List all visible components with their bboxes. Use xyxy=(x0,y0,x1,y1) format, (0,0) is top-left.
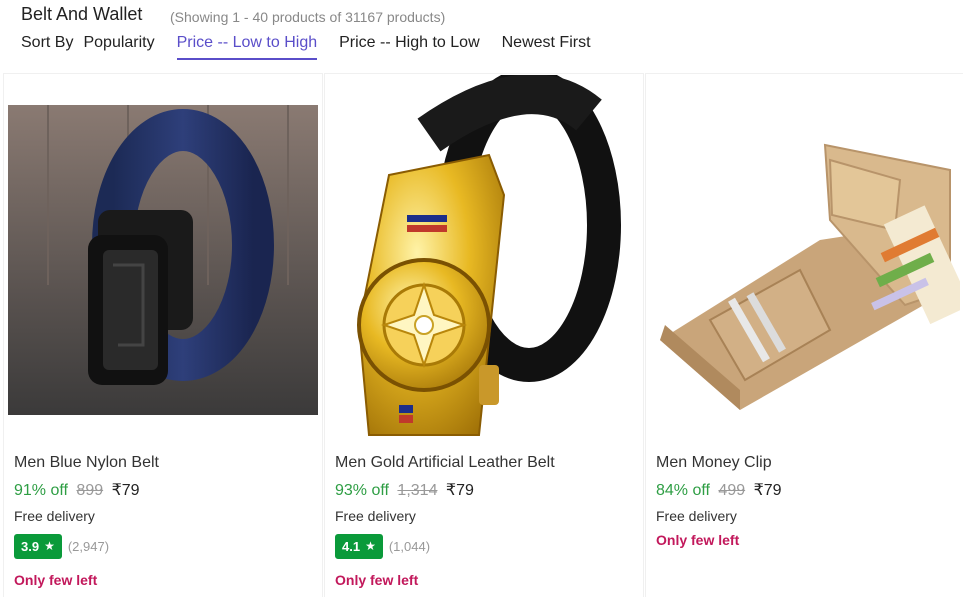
tan-money-clip-wallet-image xyxy=(650,90,960,430)
sort-price-high-to-low[interactable]: Price -- High to Low xyxy=(339,34,480,58)
product-image[interactable] xyxy=(646,74,963,446)
discount-percent: 91% off xyxy=(14,482,68,499)
selling-price: ₹79 xyxy=(753,482,782,499)
original-price: 499 xyxy=(718,482,746,499)
sort-price-low-to-high[interactable]: Price -- Low to High xyxy=(176,34,318,60)
rating-value: 3.9 xyxy=(21,538,40,554)
sort-bar: Sort By Popularity Price -- Low to High … xyxy=(21,34,613,64)
product-grid: Men Blue Nylon Belt 91% off 899 ₹79 Free… xyxy=(3,73,963,597)
original-price: 899 xyxy=(76,482,104,499)
review-count: (1,044) xyxy=(388,538,431,554)
rating-row: 4.1 ★ (1,044) xyxy=(335,532,635,560)
price-row: 84% off 499 ₹79 xyxy=(656,480,956,504)
blue-nylon-belt-image xyxy=(8,105,318,415)
sort-by-label: Sort By xyxy=(21,34,74,51)
discount-percent: 93% off xyxy=(335,482,389,499)
price-row: 91% off 899 ₹79 xyxy=(14,480,314,504)
review-count: (2,947) xyxy=(67,538,110,554)
listing-header: Belt And Wallet (Showing 1 - 40 products… xyxy=(0,0,963,70)
product-card[interactable]: Men Money Clip 84% off 499 ₹79 Free deli… xyxy=(645,73,963,597)
sort-popularity[interactable]: Popularity xyxy=(83,34,154,58)
rating-row: 3.9 ★ (2,947) xyxy=(14,532,314,560)
result-count: (Showing 1 - 40 products of 31167 produc… xyxy=(170,9,446,25)
product-image[interactable] xyxy=(325,74,643,446)
rating-value: 4.1 xyxy=(342,538,361,554)
product-name[interactable]: Men Gold Artificial Leather Belt xyxy=(335,454,635,478)
product-card[interactable]: Men Blue Nylon Belt 91% off 899 ₹79 Free… xyxy=(3,73,323,597)
rating-badge: 4.1 ★ xyxy=(335,533,383,559)
product-name[interactable]: Men Blue Nylon Belt xyxy=(14,454,314,478)
product-name[interactable]: Men Money Clip xyxy=(656,454,956,478)
page-title: Belt And Wallet xyxy=(21,4,143,24)
product-image[interactable] xyxy=(4,74,322,446)
delivery-info: Free delivery xyxy=(335,508,416,524)
stock-status: Only few left xyxy=(656,532,740,548)
delivery-info: Free delivery xyxy=(14,508,95,524)
sort-newest-first[interactable]: Newest First xyxy=(502,34,591,58)
stock-status: Only few left xyxy=(14,572,98,588)
price-row: 93% off 1,314 ₹79 xyxy=(335,480,635,504)
selling-price: ₹79 xyxy=(445,482,474,499)
original-price: 1,314 xyxy=(397,482,438,499)
stock-status: Only few left xyxy=(335,572,419,588)
gold-buckle-belt-image xyxy=(329,75,639,445)
selling-price: ₹79 xyxy=(111,482,140,499)
product-card[interactable]: Men Gold Artificial Leather Belt 93% off… xyxy=(324,73,644,597)
star-icon: ★ xyxy=(365,539,376,553)
delivery-info: Free delivery xyxy=(656,508,737,524)
star-icon: ★ xyxy=(44,539,55,553)
rating-badge: 3.9 ★ xyxy=(14,533,62,559)
discount-percent: 84% off xyxy=(656,482,710,499)
